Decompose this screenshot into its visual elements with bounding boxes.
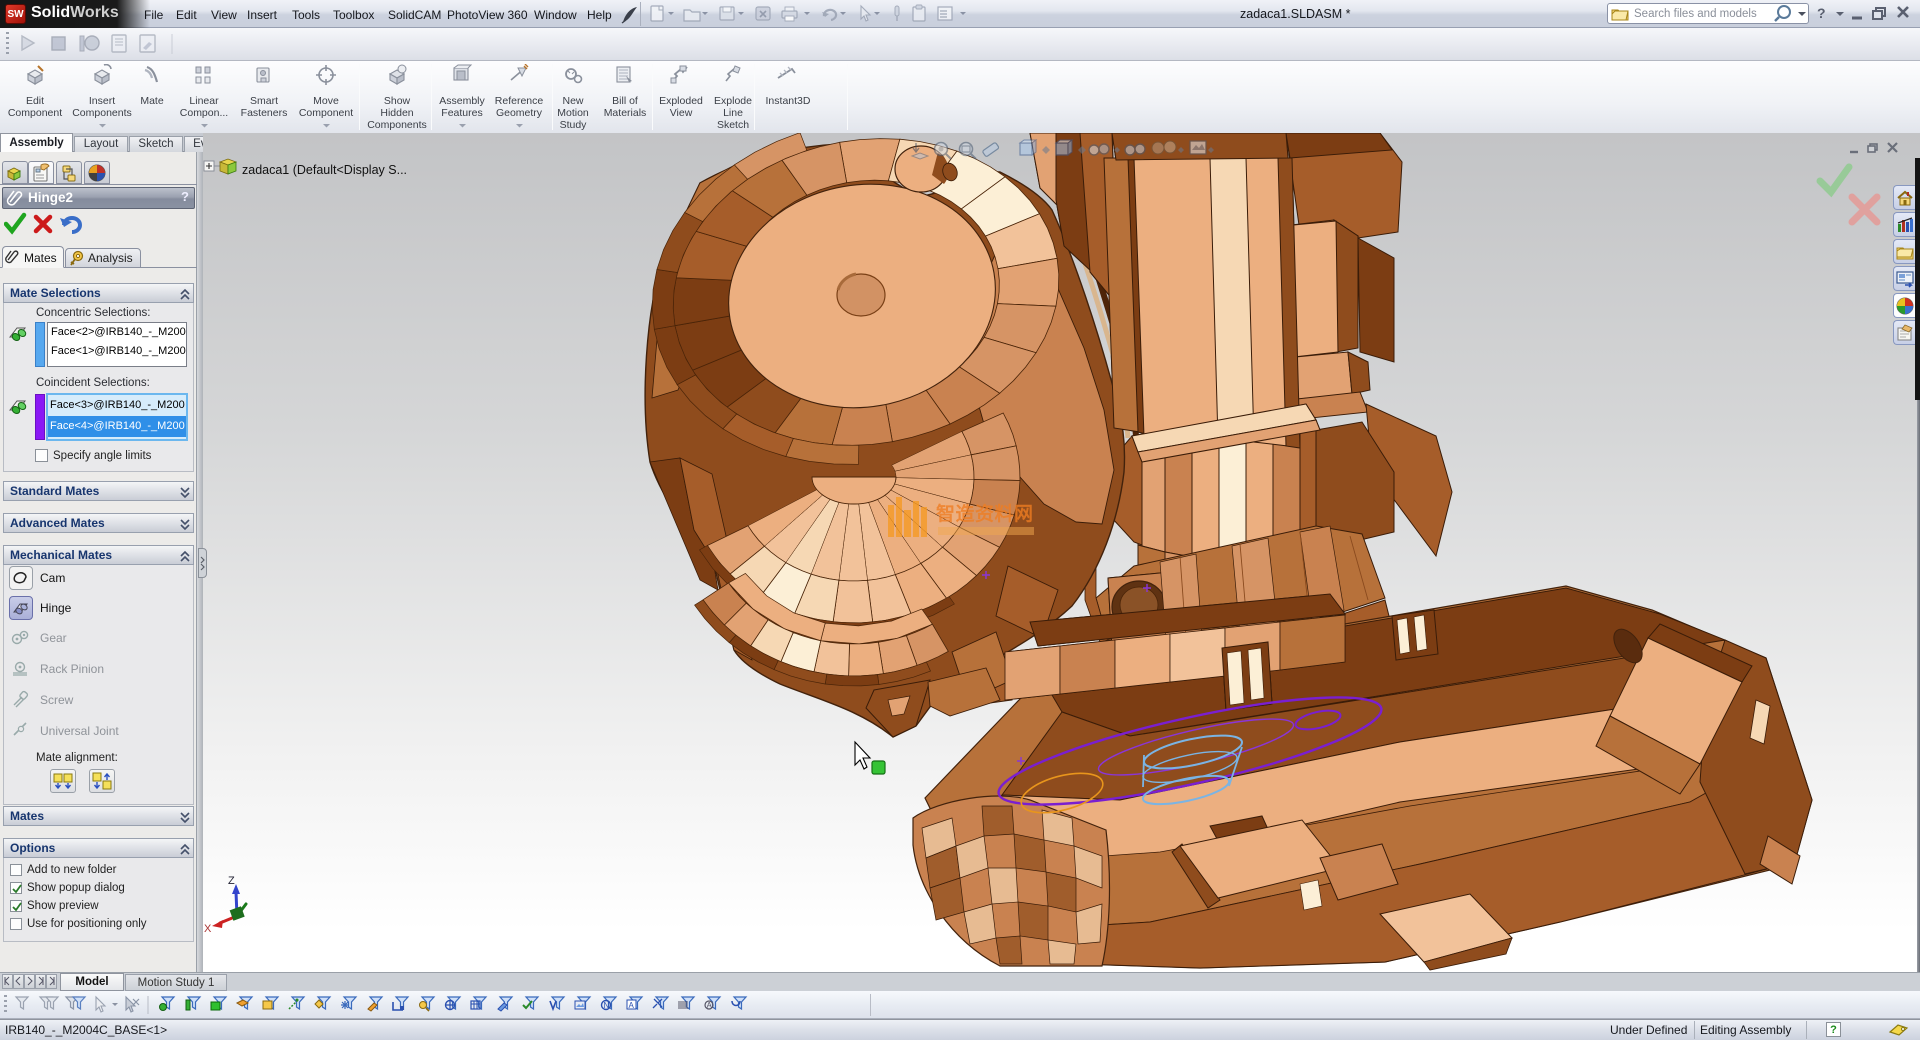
svg-text:Z: Z xyxy=(228,875,235,887)
svg-text:智造资料网: 智造资料网 xyxy=(936,502,1034,525)
svg-text:A: A xyxy=(629,1001,635,1010)
svg-text:N: N xyxy=(604,1001,610,1010)
svg-text:X: X xyxy=(204,923,212,935)
svg-text:A: A xyxy=(707,1001,713,1010)
svg-text:zadaca1 (Default<Display S...: zadaca1 (Default<Display S... xyxy=(242,163,407,177)
